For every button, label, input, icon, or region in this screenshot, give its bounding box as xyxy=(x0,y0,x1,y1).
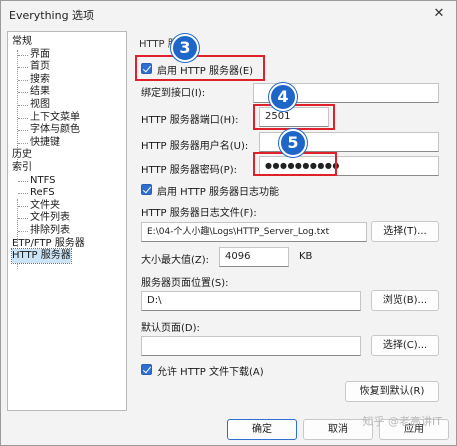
tree-item[interactable]: 常规 xyxy=(12,35,32,49)
log-file-label: HTTP 服务器日志文件(F): xyxy=(141,208,257,219)
allow-download-checkbox[interactable] xyxy=(141,364,152,375)
page-location-input[interactable]: D:\ xyxy=(141,291,361,311)
password-label: HTTP 服务器密码(P): xyxy=(141,165,237,176)
annotation-badge-3: 3 xyxy=(171,34,199,62)
ok-button[interactable]: 确定 xyxy=(227,419,297,440)
max-size-input[interactable]: 4096 xyxy=(219,247,289,267)
default-page-label: 默认页面(D): xyxy=(141,323,200,334)
page-location-label: 服务器页面位置(S): xyxy=(141,278,229,289)
username-label: HTTP 服务器用户名(U): xyxy=(141,141,249,152)
page-location-browse-button[interactable]: 浏览(B)... xyxy=(371,290,439,311)
log-file-select-button[interactable]: 选择(T)... xyxy=(371,221,439,242)
max-size-label: 大小最大值(Z): xyxy=(141,255,210,266)
tree-item[interactable]: HTTP 服务器 xyxy=(11,248,72,265)
annotation-badge-4: 4 xyxy=(269,83,297,111)
default-page-input[interactable] xyxy=(141,336,361,356)
allow-download-label: 允许 HTTP 文件下载(A) xyxy=(157,367,264,378)
enable-http-label: 启用 HTTP 服务器(E) xyxy=(157,66,254,77)
options-window: Everything 选项 ✕ 常规 界面 首页 搜索 结果 视图 上下文菜单 字体与颜色 快捷… xyxy=(0,0,457,446)
watermark: 知乎 @老高讲IT xyxy=(362,415,442,428)
enable-http-checkbox[interactable] xyxy=(141,63,152,74)
port-input[interactable]: 2501 xyxy=(259,107,329,127)
max-size-unit: KB xyxy=(299,251,313,262)
close-icon[interactable]: ✕ xyxy=(428,4,450,24)
settings-tree[interactable]: 常规 界面 首页 搜索 结果 视图 上下文菜单 字体与颜色 快捷键 历史 索引 NTFS ReFS 文件夹… xyxy=(7,31,127,411)
tree-item[interactable]: 索引 xyxy=(12,161,32,175)
restore-defaults-button[interactable]: 恢复到默认(R) xyxy=(345,381,439,402)
enable-log-checkbox[interactable] xyxy=(141,184,152,195)
title-bar: Everything 选项 ✕ xyxy=(1,1,456,27)
window-title: Everything 选项 xyxy=(9,9,95,22)
password-input[interactable]: ●●●●●●●●●● xyxy=(259,156,439,176)
port-label: HTTP 服务器端口(H): xyxy=(141,115,239,126)
tree-item[interactable]: 快捷键 xyxy=(30,136,60,150)
annotation-badge-5: 5 xyxy=(279,129,307,157)
enable-log-label: 启用 HTTP 服务器日志功能 xyxy=(157,187,279,198)
log-file-input[interactable]: E:\04-个人小趣\Logs\HTTP_Server_Log.txt xyxy=(141,222,367,242)
default-page-select-button[interactable]: 选择(C)... xyxy=(371,335,439,356)
bind-interface-label: 绑定到接口(I): xyxy=(141,88,206,99)
